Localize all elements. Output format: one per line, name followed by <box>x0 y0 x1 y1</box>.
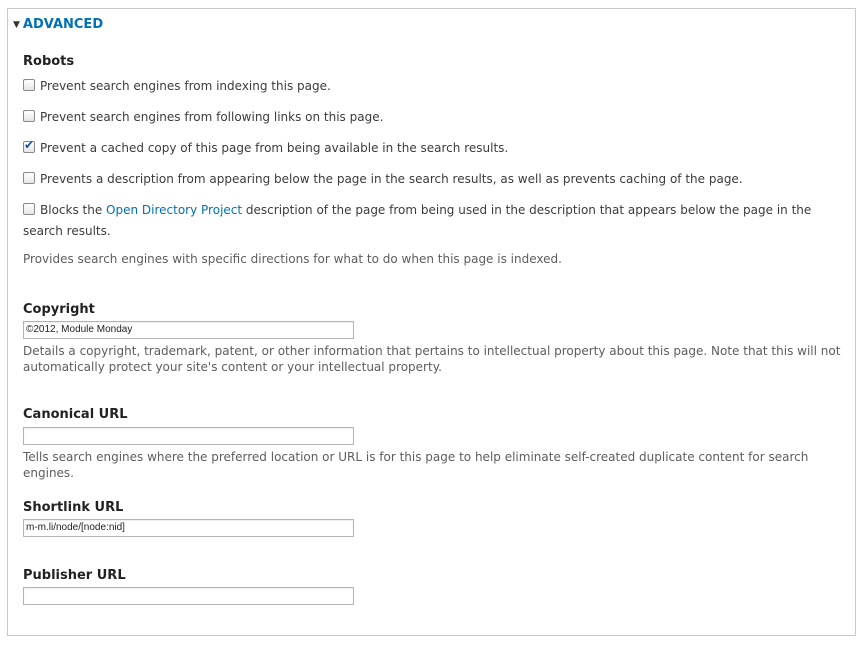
shortlink-url-label: Shortlink URL <box>23 500 124 515</box>
canonical-url-input[interactable] <box>23 427 354 445</box>
robots-option-label: Prevent search engines from following li… <box>40 110 384 124</box>
copyright-label: Copyright <box>23 302 95 317</box>
checkbox-noodp[interactable] <box>23 203 35 215</box>
robots-option-nofollow[interactable]: Prevent search engines from following li… <box>23 107 843 128</box>
publisher-url-label: Publisher URL <box>23 568 126 583</box>
advanced-title: ADVANCED <box>22 17 104 32</box>
robots-option-nosnippet[interactable]: Prevents a description from appearing be… <box>23 169 843 190</box>
open-directory-project-link[interactable]: Open Directory Project <box>106 203 242 217</box>
robots-option-noindex[interactable]: Prevent search engines from indexing thi… <box>23 76 843 97</box>
robots-option-noarchive[interactable]: Prevent a cached copy of this page from … <box>23 135 843 159</box>
canonical-url-label: Canonical URL <box>23 407 128 422</box>
shortlink-url-input[interactable]: m-m.li/node/[node:nid] <box>23 519 354 537</box>
checkbox-noarchive[interactable] <box>23 135 35 156</box>
checkbox-nofollow[interactable] <box>23 110 35 122</box>
robots-option-label: Blocks the <box>40 203 103 217</box>
robots-option-noodp[interactable]: Blocks the Open Directory Project descri… <box>23 200 843 242</box>
publisher-url-input[interactable] <box>23 587 354 605</box>
copyright-description: Details a copyright, trademark, patent, … <box>23 344 841 374</box>
copyright-input[interactable]: ©2012, Module Monday <box>23 321 354 339</box>
advanced-toggle[interactable]: ▼ ADVANCED <box>13 17 103 32</box>
robots-description: Provides search engines with specific di… <box>23 252 562 266</box>
robots-option-label: Prevent a cached copy of this page from … <box>40 141 509 155</box>
checkbox-noindex[interactable] <box>23 79 35 91</box>
canonical-url-description: Tells search engines where the preferred… <box>23 450 809 480</box>
triangle-down-icon: ▼ <box>13 19 20 30</box>
robots-option-label: Prevent search engines from indexing thi… <box>40 79 331 93</box>
checkbox-nosnippet[interactable] <box>23 172 35 184</box>
robots-option-label: Prevents a description from appearing be… <box>40 172 743 186</box>
robots-label: Robots <box>23 54 75 69</box>
